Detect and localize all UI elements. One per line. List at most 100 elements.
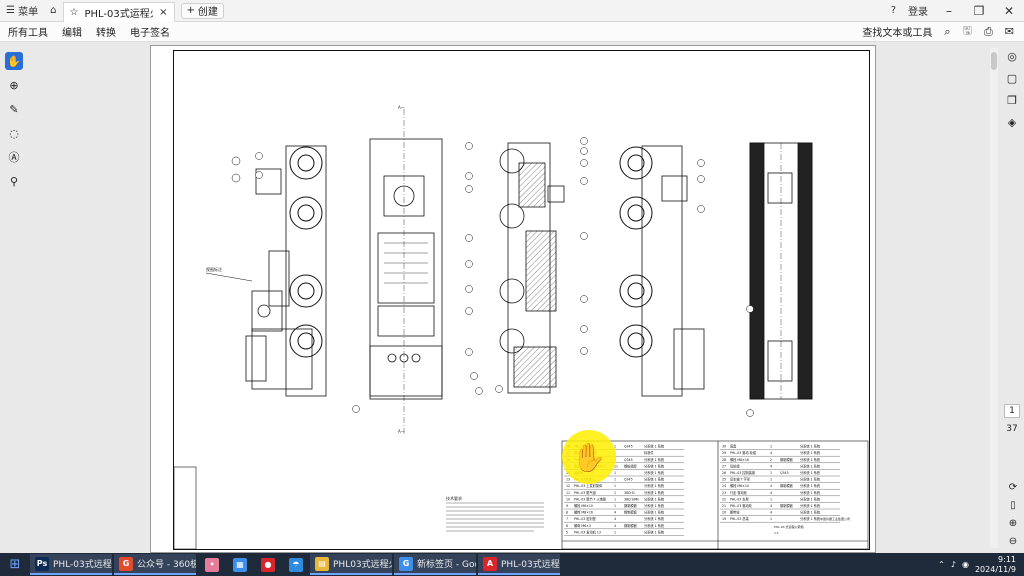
table-cell: 4 (614, 511, 616, 515)
company-name: 中国兵器工业集团公司 (820, 517, 851, 521)
table-cell: 20 (722, 511, 726, 515)
drawing-name: PHL-03 式远程火箭炮 (774, 525, 804, 529)
menu-button[interactable]: ☰ 菜单 (0, 0, 44, 22)
hand-icon[interactable]: ✋ (5, 52, 23, 70)
clock-time: 9:11 (998, 554, 1016, 564)
tray-chevron-icon[interactable]: ⌃ (938, 560, 945, 569)
taskbar-item[interactable]: G 新标签页 - Goog... (394, 554, 476, 575)
fit-page-icon[interactable]: ▯ (1010, 500, 1016, 511)
star-icon[interactable]: ☆ (70, 7, 79, 18)
pages-icon[interactable]: ❐ (1007, 94, 1017, 107)
table-cell: 分系统 1 系统 (644, 483, 665, 488)
table-cell: PHL-03 驱动轮 (730, 503, 753, 508)
table-cell: 分系统 1 系统 (644, 523, 665, 528)
table-cell: 螺栓 M6×10 (574, 503, 593, 508)
table-cell: 1 (614, 478, 616, 482)
view-label: 视图标注 (206, 267, 222, 272)
table-cell: 分系统 1 系统 (644, 516, 665, 521)
menu-convert[interactable]: 转换 (96, 24, 116, 39)
restore-button[interactable]: ❐ (964, 0, 994, 22)
pen-icon[interactable]: ✎ (5, 100, 23, 118)
table-cell: 5 (566, 530, 568, 534)
menu-all-tools[interactable]: 所有工具 (8, 24, 48, 39)
lasso-icon[interactable]: ◌ (5, 124, 23, 142)
refresh-icon[interactable]: ⟳ (1009, 482, 1017, 493)
table-cell: 分系统 1 系统 (644, 470, 665, 475)
taskbar-item[interactable]: A PHL-03式远程火... (478, 554, 560, 575)
taskbar-item-label: PHL-03式远程火... (501, 560, 560, 570)
taskbar-item[interactable]: G 公众号 - 360极速... (114, 554, 196, 575)
table-cell: 后轮组 (730, 463, 740, 468)
table-cell: 11 (566, 491, 570, 495)
login-button[interactable]: 登录 (902, 0, 934, 22)
document-page[interactable]: 18PHL-03发射1Q345分系统 1 系统17驱动 F 机构总成1标准件16… (150, 45, 876, 553)
taskbar: ⊞ Ps PHL-03式远程火... G 公众号 - 360极速... • ▦ ● ☂ ▤ PHL… (0, 553, 1024, 576)
taskbar-item[interactable]: Ps PHL-03式远程火... (30, 554, 112, 575)
taskbar-item[interactable]: ▤ PHL03式远程火箭... (310, 554, 392, 575)
document-tab[interactable]: ☆ PHL-03式运程火箭炮... × (62, 1, 175, 22)
start-button[interactable]: ⊞ (0, 553, 30, 576)
stamp-icon[interactable]: ⚲ (5, 172, 23, 190)
table-cell: PHL-03 总装 (730, 516, 749, 521)
find-text-label[interactable]: 查找文本或工具 (862, 24, 932, 39)
taskbar-app-icon: Ps (35, 556, 49, 571)
zoom-out-icon[interactable]: ⊖ (1009, 536, 1017, 547)
table-cell: 分系统 1 系统 (644, 529, 665, 534)
print-icon[interactable]: ⎙ (984, 25, 993, 39)
taskbar-app-icon: • (205, 557, 219, 572)
table-cell: 分系统 1 系统 (800, 510, 821, 515)
text-select-icon[interactable]: Ⓐ (5, 148, 23, 166)
table-cell: 10 (566, 497, 570, 501)
table-cell: Q345 (624, 458, 633, 462)
left-toolbar: ✋ ⊕ ✎ ◌ Ⓐ ⚲ (0, 52, 28, 192)
table-cell: 分系统 1 系统 (800, 450, 821, 455)
table-cell: 分系统 1 系统 (800, 516, 821, 521)
table-cell: 25 (722, 478, 726, 482)
table-cell: 分系统 1 系统 (800, 490, 821, 495)
taskbar-item[interactable]: ☂ (282, 554, 310, 575)
close-window-button[interactable]: ✕ (994, 0, 1024, 22)
table-cell: 分系统 1 系统 (800, 470, 821, 475)
table-cell: 1 (614, 471, 616, 475)
table-cell: 38CrSiMn (624, 497, 639, 501)
home-button[interactable]: ⌂ (44, 0, 62, 22)
taskbar-item[interactable]: ▦ (226, 554, 254, 575)
table-cell: 4 (770, 491, 772, 495)
mail-icon[interactable]: ✉ (1005, 25, 1014, 38)
taskbar-item[interactable]: • (198, 554, 226, 575)
table-cell: 26 (722, 471, 726, 475)
search-icon[interactable]: ⌕ (944, 25, 950, 39)
table-cell: 30 (722, 445, 726, 449)
clock[interactable]: 9:11 2024/11/9 (975, 555, 1016, 575)
title-block (173, 440, 869, 550)
table-cell: 分系统 1 系统 (644, 457, 665, 462)
zoom-icon[interactable]: ⊕ (5, 76, 23, 94)
new-tab-label: 创建 (197, 7, 218, 18)
zoom-in-icon[interactable]: ⊕ (1009, 518, 1017, 529)
home-icon: ⌂ (50, 5, 57, 16)
network-icon[interactable]: ◉ (962, 560, 969, 569)
close-tab-icon[interactable]: × (159, 7, 167, 18)
engineering-drawing: 18PHL-03发射1Q345分系统 1 系统17驱动 F 机构总成1标准件16… (173, 50, 870, 550)
ai-assistant-icon[interactable]: ◎ (1007, 50, 1017, 63)
volume-icon[interactable]: ♪ (951, 560, 956, 569)
save-icon[interactable]: 🖫 (963, 22, 972, 41)
new-tab-button[interactable]: + 创建 (180, 2, 224, 19)
plus-icon: + (186, 5, 195, 16)
menu-esign[interactable]: 电子签名 (130, 24, 170, 39)
taskbar-item[interactable]: ● (254, 554, 282, 575)
comment-icon[interactable]: ▢ (1007, 72, 1017, 85)
side-view-right (619, 145, 705, 397)
title-bar: ☰ 菜单 ⌂ ☆ PHL-03式运程火箭炮... × + 创建 ? 登录 – ❐… (0, 0, 1024, 22)
menu-edit[interactable]: 编辑 (62, 24, 82, 39)
help-button[interactable]: ? (885, 0, 902, 22)
current-page[interactable]: 1 (1004, 404, 1020, 418)
section-view (499, 142, 565, 394)
right-bottom-tools: ⟳ ▯ ⊕ ⊖ (1004, 482, 1022, 547)
table-cell: PHL-03 尾节 F 火炮管 (574, 496, 606, 501)
layers-icon[interactable]: ◈ (1008, 116, 1016, 129)
scroll-thumb[interactable] (991, 52, 997, 70)
table-cell: 12 (566, 484, 570, 488)
vertical-scrollbar[interactable] (990, 48, 998, 548)
minimize-button[interactable]: – (934, 0, 964, 22)
